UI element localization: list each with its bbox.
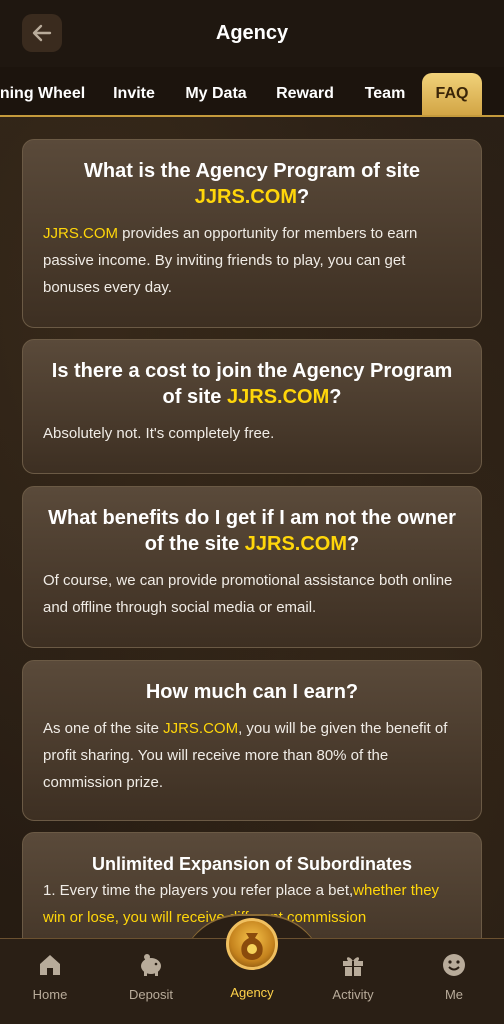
faq-question: Unlimited Expansion of Subordinates (91, 854, 413, 874)
faq-answer: JJRS.COM provides an opportunity for mem… (43, 225, 418, 296)
faq-question: How much can I earn? (145, 681, 359, 703)
faq-answer: Absolutely not. It's completely free. (43, 425, 275, 442)
tab-bar: ning Wheel Invite My Data Reward Team FA… (0, 67, 504, 117)
faq-question: Is there a cost to join the Agency Progr… (51, 360, 453, 408)
page-title: Agency (215, 22, 289, 44)
tab-faq[interactable]: FAQ (422, 73, 482, 115)
faq-card-earnings: How much can I earn? As one of the site … (22, 660, 482, 821)
money-bag-icon[interactable] (226, 918, 278, 970)
nav-deposit[interactable]: Deposit (111, 949, 191, 1015)
smiley-icon (443, 954, 465, 976)
nav-me[interactable]: Me (414, 949, 494, 1015)
tab-spinning-wheel[interactable]: ning Wheel (0, 73, 95, 115)
header-bar: Agency (0, 0, 504, 67)
nav-activity[interactable]: Activity (313, 949, 393, 1015)
faq-card-agency-program: What is the Agency Program of site JJRS.… (22, 139, 482, 328)
money-bag-glyph (241, 933, 263, 960)
tab-my-data[interactable]: My Data (178, 73, 254, 115)
faq-answer: As one of the site JJRS.COM, you will be… (43, 720, 448, 791)
home-icon (40, 955, 60, 975)
tab-reward[interactable]: Reward (268, 73, 342, 115)
arrow-left-icon (32, 24, 52, 42)
gift-icon (343, 957, 363, 976)
faq-question: What benefits do I get if I am not the o… (48, 507, 456, 555)
faq-card-cost: Is there a cost to join the Agency Progr… (22, 339, 482, 474)
piggy-bank-icon (141, 954, 161, 976)
tab-team[interactable]: Team (356, 73, 414, 115)
nav-home[interactable]: Home (10, 949, 90, 1015)
faq-answer: Of course, we can provide promotional as… (43, 572, 453, 616)
faq-question: What is the Agency Program of site JJRS.… (84, 160, 420, 208)
tab-invite[interactable]: Invite (104, 73, 164, 115)
faq-card-benefits: What benefits do I get if I am not the o… (22, 486, 482, 648)
back-button[interactable] (22, 14, 62, 52)
